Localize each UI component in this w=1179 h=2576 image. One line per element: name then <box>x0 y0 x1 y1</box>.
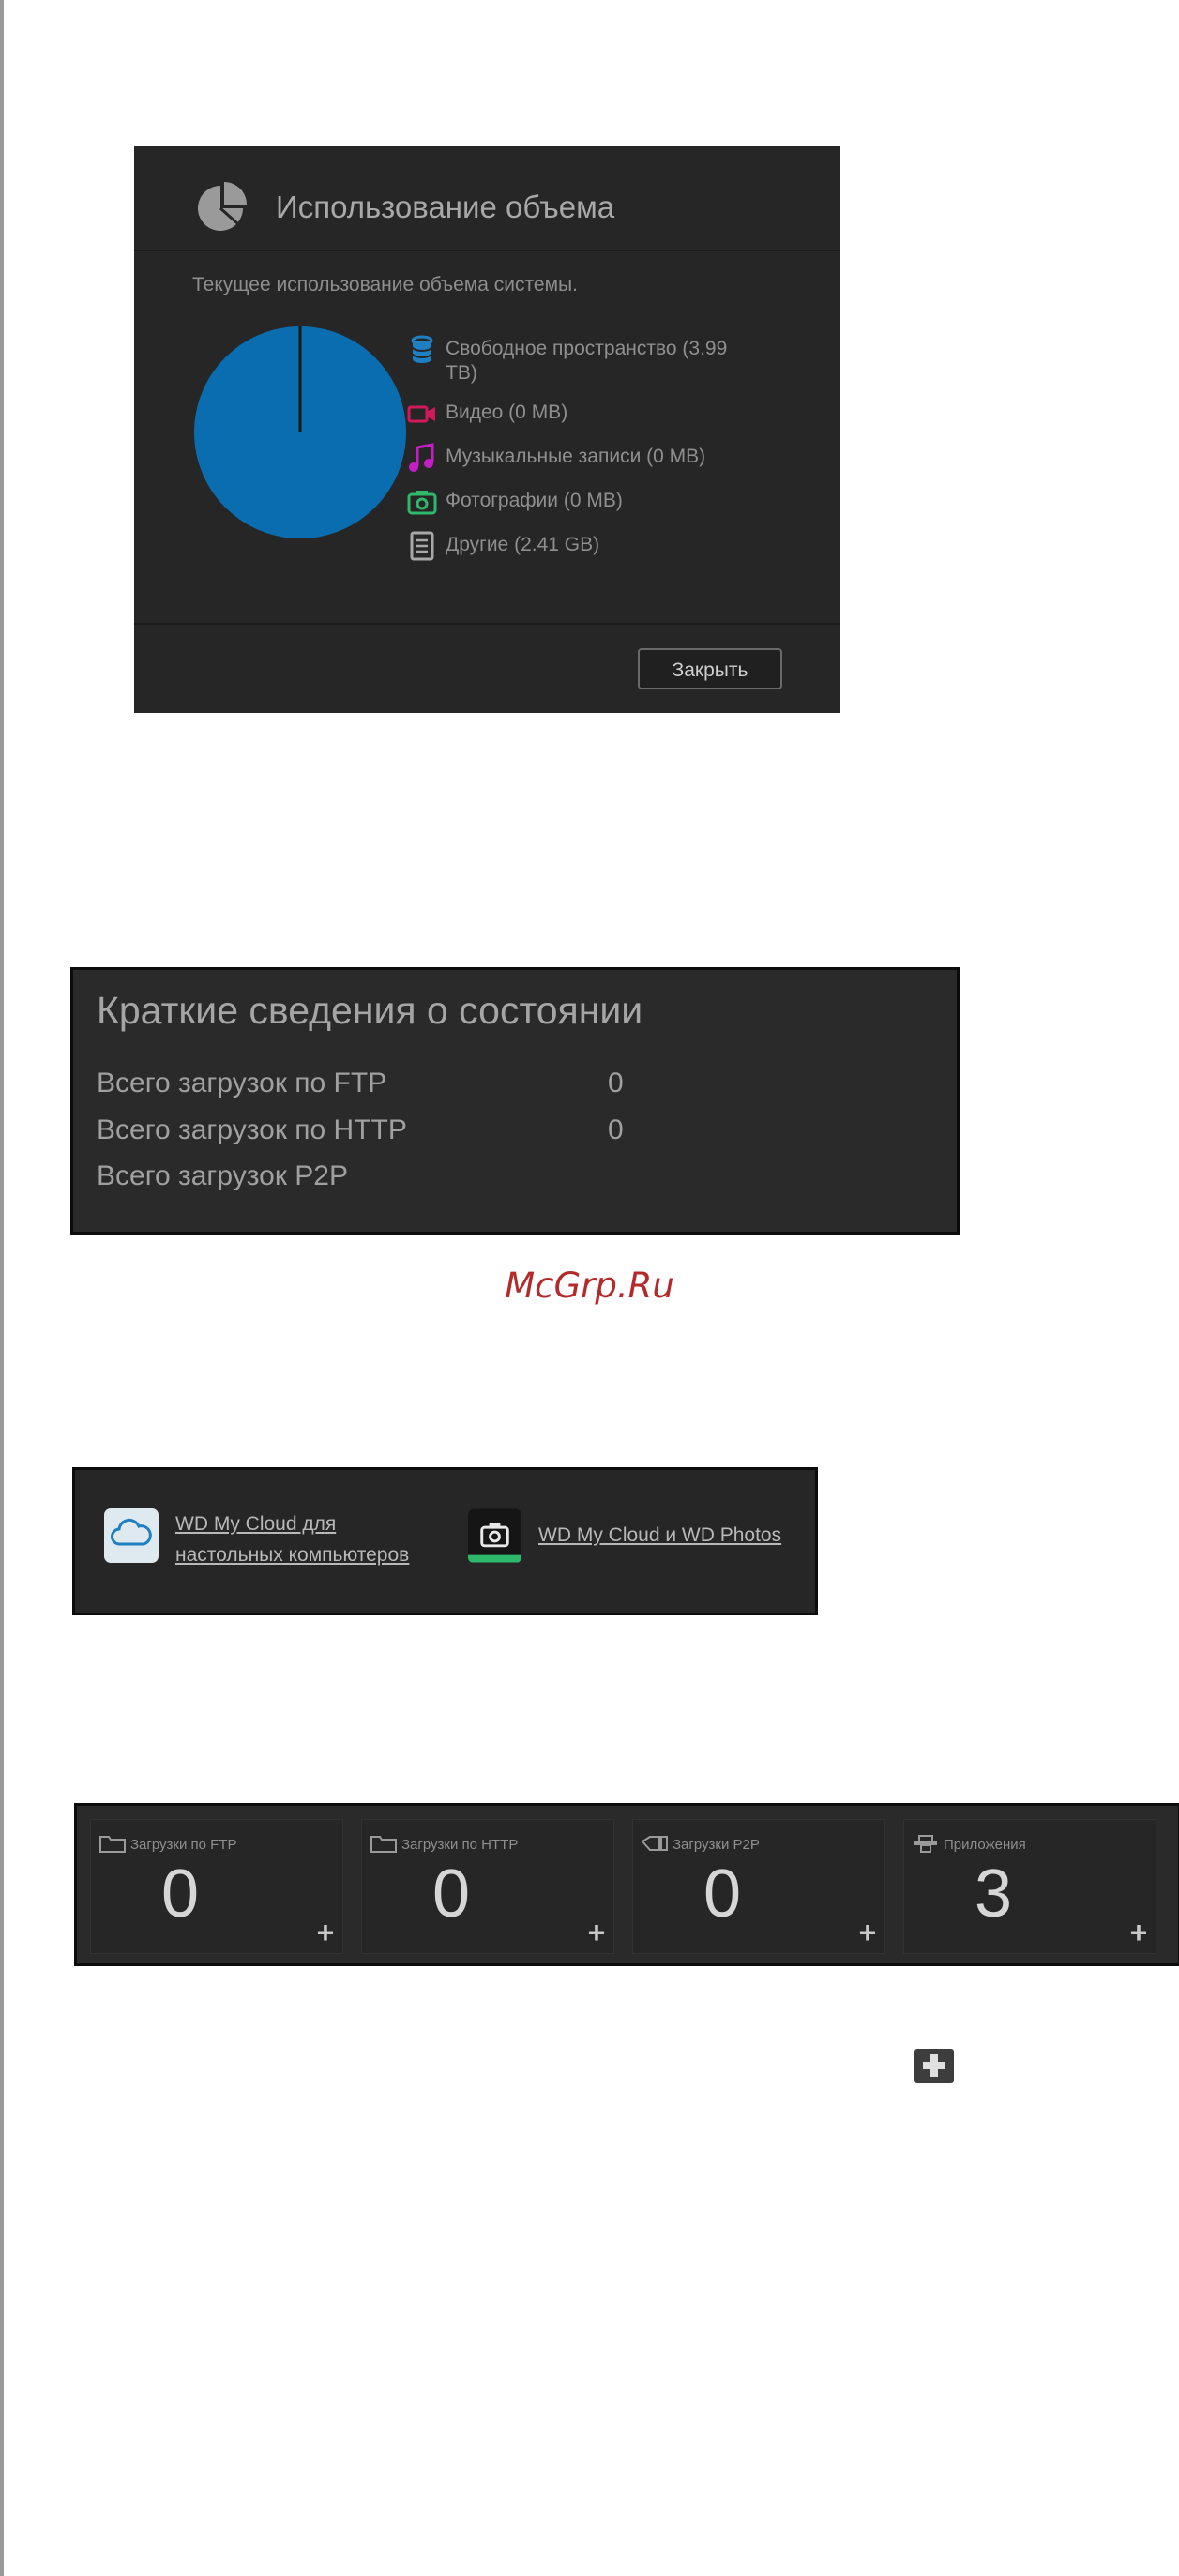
tile-p2p-downloads[interactable]: Загрузки P2P 0 + <box>632 1819 885 1954</box>
add-icon[interactable]: + <box>1126 1917 1152 1947</box>
music-icon <box>406 442 440 474</box>
legend-label: Фотографии (0 MB) <box>446 490 623 511</box>
app-link-desktop[interactable]: WD My Cloud для настольных компьютеров <box>104 1508 442 1570</box>
status-summary-panel: Краткие сведения о состоянии Всего загру… <box>70 967 960 1235</box>
folder-icon <box>370 1836 397 1853</box>
tile-value: 0 <box>160 1856 200 1932</box>
usage-pie-chart <box>194 326 406 538</box>
tile-apps[interactable]: Приложения 3 + <box>903 1819 1156 1954</box>
add-icon[interactable] <box>914 2049 954 2083</box>
add-icon[interactable]: + <box>583 1917 610 1947</box>
folder-icon <box>99 1836 126 1853</box>
database-icon <box>406 334 440 366</box>
summary-row-http-label: Всего загрузок по HTTP <box>97 1114 407 1145</box>
app-link-label[interactable]: WD My Cloud и WD Photos <box>538 1520 806 1563</box>
tile-label: Загрузки P2P <box>673 1837 760 1853</box>
camera-icon <box>468 1508 521 1563</box>
stats-bar: Загрузки по FTP 0 + Загрузки по HTTP 0 +… <box>74 1803 1179 1966</box>
cloud-icon <box>104 1508 159 1563</box>
legend-item-other: Другие (2.41 GB) <box>406 530 763 562</box>
dialog-header: Использование объема <box>134 146 840 251</box>
add-icon[interactable]: + <box>312 1917 339 1947</box>
legend-item-music: Музыкальные записи (0 MB) <box>406 442 763 474</box>
tile-ftp-downloads[interactable]: Загрузки по FTP 0 + <box>90 1819 343 1954</box>
document-icon <box>406 530 440 562</box>
legend-label: Свободное пространство (3.99 TB) <box>446 338 728 384</box>
summary-row-p2p-label: Всего загрузок P2P <box>97 1160 348 1191</box>
app-link-photos[interactable]: WD My Cloud и WD Photos <box>468 1508 806 1563</box>
tile-http-downloads[interactable]: Загрузки по HTTP 0 + <box>361 1819 614 1954</box>
app-link-label[interactable]: WD My Cloud для настольных компьютеров <box>175 1508 438 1570</box>
summary-title: Краткие сведения о состоянии <box>97 989 643 1032</box>
legend-item-free-space: Свободное пространство (3.99 TB) <box>406 334 763 386</box>
tile-value: 0 <box>431 1856 471 1932</box>
pie-chart-icon <box>198 182 247 231</box>
tile-label: Приложения <box>944 1837 1026 1853</box>
summary-row-http-value: 0 <box>608 1114 624 1145</box>
summary-row-ftp-value: 0 <box>608 1068 624 1099</box>
legend-label: Музыкальные записи (0 MB) <box>446 446 706 467</box>
summary-row-ftp-label: Всего загрузок по FTP <box>97 1068 387 1099</box>
tile-label: Загрузки по FTP <box>130 1837 237 1853</box>
legend-label: Другие (2.41 GB) <box>446 534 600 555</box>
dialog-title: Использование объема <box>276 189 615 224</box>
usage-legend: Свободное пространство (3.99 TB) Видео (… <box>406 334 763 574</box>
legend-item-video: Видео (0 MB) <box>406 398 763 430</box>
camera-icon <box>406 486 440 518</box>
tile-label: Загрузки по HTTP <box>401 1837 519 1853</box>
dialog-description: Текущее использование объема системы. <box>192 274 578 295</box>
legend-item-photos: Фотографии (0 MB) <box>406 486 763 518</box>
watermark-text: McGrp.Ru <box>505 1265 674 1306</box>
tile-value: 3 <box>974 1856 1013 1932</box>
apps-icon <box>914 1835 937 1853</box>
video-icon <box>406 398 440 430</box>
dialog-divider <box>134 623 840 625</box>
add-icon[interactable]: + <box>854 1917 881 1947</box>
usage-dialog: Использование объема Текущее использован… <box>134 146 840 713</box>
close-button[interactable]: Закрыть <box>638 648 782 689</box>
apps-bar: WD My Cloud для настольных компьютеров W… <box>72 1467 818 1615</box>
p2p-icon <box>641 1836 668 1851</box>
legend-label: Видео (0 MB) <box>446 402 568 423</box>
tile-value: 0 <box>703 1856 742 1932</box>
